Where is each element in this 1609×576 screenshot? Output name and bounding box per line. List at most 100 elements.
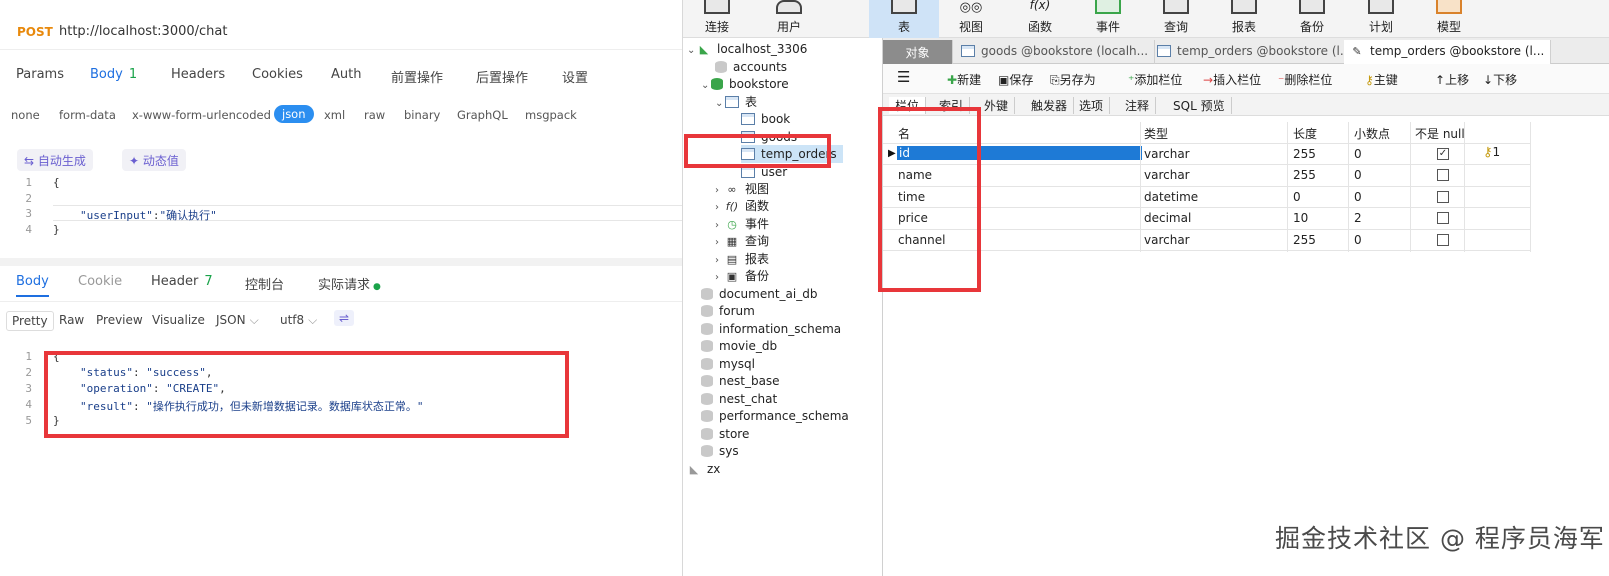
body-type-xml[interactable]: xml: [324, 108, 345, 122]
request-url-input[interactable]: http://localhost:3000/chat: [59, 24, 227, 39]
subtab-options[interactable]: 选项: [1073, 97, 1111, 114]
not-null-checkbox[interactable]: [1437, 233, 1449, 246]
encoding-select[interactable]: utf8 ⌵: [280, 313, 317, 328]
body-type-binary[interactable]: binary: [404, 108, 440, 122]
column-header-length[interactable]: 长度: [1293, 125, 1317, 142]
field-type-cell[interactable]: varchar: [1144, 233, 1190, 247]
toolbar-view-button[interactable]: ◎◎ 视图: [940, 0, 1002, 38]
tree-tables-group[interactable]: ⌄ 表: [715, 93, 757, 111]
body-type-urlencoded[interactable]: x-www-form-urlencoded: [132, 108, 271, 122]
toolbar-report-button[interactable]: 报表: [1213, 0, 1275, 38]
field-decimals-cell[interactable]: 2: [1354, 211, 1362, 225]
tree-connection[interactable]: ⌄ ◣ localhost_3306: [687, 40, 807, 58]
body-type-msgpack[interactable]: msgpack: [525, 108, 577, 122]
column-header-decimals[interactable]: 小数点: [1354, 125, 1390, 142]
move-down-button[interactable]: ↓下移: [1483, 71, 1517, 88]
tab-temp-orders-data[interactable]: temp_orders @bookstore (l...: [1151, 40, 1359, 64]
tree-table-book[interactable]: book: [741, 110, 790, 128]
save-as-button[interactable]: ⎘另存为: [1050, 71, 1096, 88]
field-decimals-cell[interactable]: 0: [1354, 233, 1362, 247]
wrap-lines-icon[interactable]: ⇌: [334, 310, 355, 326]
toolbar-model-button[interactable]: 模型: [1418, 0, 1480, 38]
panel-divider[interactable]: [0, 258, 682, 266]
toolbar-query-button[interactable]: 查询: [1145, 0, 1207, 38]
field-length-cell[interactable]: 10: [1293, 211, 1308, 225]
tab-auth[interactable]: Auth: [331, 67, 361, 82]
tree-backups-group[interactable]: › ▣ 备份: [715, 267, 769, 285]
subtab-foreign-keys[interactable]: 外键: [978, 97, 1016, 114]
tab-headers[interactable]: Headers: [171, 67, 225, 82]
view-raw[interactable]: Raw: [59, 313, 84, 327]
tree-db-nest-base[interactable]: nest_base: [701, 372, 780, 390]
tree-functions-group[interactable]: › f() 函数: [715, 197, 769, 215]
save-button[interactable]: ▣保存: [998, 71, 1033, 88]
format-select[interactable]: JSON ⌵: [216, 313, 259, 328]
tab-pre-actions[interactable]: 前置操作: [391, 67, 443, 86]
tab-goods-design[interactable]: goods @bookstore (localh...: [955, 40, 1156, 64]
tree-connection-zx[interactable]: ◣ zx: [687, 460, 721, 478]
tree-db-bookstore[interactable]: ⌄ bookstore: [701, 75, 789, 93]
column-header-not-null[interactable]: 不是 null: [1415, 125, 1465, 142]
tree-db-movie[interactable]: movie_db: [701, 337, 777, 355]
field-type-cell[interactable]: datetime: [1144, 190, 1198, 204]
tree-views-group[interactable]: › ∞ 视图: [715, 180, 769, 198]
not-null-checkbox[interactable]: [1437, 212, 1449, 224]
auto-generate-button[interactable]: ⇆ 自动生成: [17, 149, 93, 171]
view-pretty[interactable]: Pretty: [6, 311, 54, 331]
tree-queries-group[interactable]: › ▦ 查询: [715, 232, 769, 250]
move-up-button[interactable]: ↑上移: [1435, 71, 1469, 88]
tab-settings[interactable]: 设置: [562, 67, 588, 86]
tab-params[interactable]: Params: [16, 67, 64, 82]
toolbar-user-button[interactable]: 用户: [758, 0, 820, 38]
request-body-editor[interactable]: 1 { 2 3 "userInput":"确认执行" 4 }: [0, 176, 682, 244]
tab-response-cookie[interactable]: Cookie: [78, 274, 122, 289]
subtab-triggers[interactable]: 触发器: [1025, 97, 1075, 114]
field-type-cell[interactable]: decimal: [1144, 211, 1191, 225]
field-length-cell[interactable]: 255: [1293, 168, 1316, 182]
field-decimals-cell[interactable]: 0: [1354, 190, 1362, 204]
toolbar-connect-button[interactable]: 连接: [686, 0, 748, 38]
tree-db-document-ai[interactable]: document_ai_db: [701, 285, 817, 303]
tree-reports-group[interactable]: › ▤ 报表: [715, 250, 769, 268]
tab-response-body[interactable]: Body: [16, 274, 49, 297]
tab-post-actions[interactable]: 后置操作: [476, 67, 528, 86]
toolbar-table-button[interactable]: 表: [869, 0, 939, 38]
tab-objects[interactable]: 对象: [883, 40, 953, 64]
menu-icon[interactable]: ☰: [897, 68, 910, 86]
body-type-raw[interactable]: raw: [364, 108, 385, 122]
dynamic-value-button[interactable]: ✦ 动态值: [122, 149, 186, 171]
view-visualize[interactable]: Visualize: [152, 313, 205, 327]
tree-db-information-schema[interactable]: information_schema: [701, 320, 841, 338]
tab-temp-orders-design[interactable]: ✎ temp_orders @bookstore (l...: [1344, 40, 1552, 64]
not-null-checkbox[interactable]: [1437, 190, 1449, 203]
field-type-cell[interactable]: varchar: [1144, 147, 1190, 161]
tree-db-mysql[interactable]: mysql: [701, 355, 755, 373]
subtab-comments[interactable]: 注释: [1119, 97, 1157, 114]
field-length-cell[interactable]: 0: [1293, 190, 1301, 204]
primary-key-button[interactable]: ⚷主键: [1365, 71, 1398, 88]
tab-response-header[interactable]: Header 7: [151, 274, 213, 289]
toolbar-schedule-button[interactable]: 计划: [1350, 0, 1412, 38]
delete-field-button[interactable]: ⁻删除栏位: [1278, 71, 1332, 88]
column-header-type[interactable]: 类型: [1144, 125, 1168, 142]
tree-db-accounts[interactable]: accounts: [715, 58, 787, 76]
body-type-none[interactable]: none: [11, 108, 40, 122]
body-type-json[interactable]: json: [274, 105, 314, 123]
not-null-checkbox[interactable]: ✓: [1437, 147, 1449, 160]
subtab-sql-preview[interactable]: SQL 预览: [1167, 97, 1232, 114]
tree-db-performance-schema[interactable]: performance_schema: [701, 407, 849, 425]
field-length-cell[interactable]: 255: [1293, 147, 1316, 161]
tab-console[interactable]: 控制台: [245, 274, 284, 293]
http-method[interactable]: POST: [17, 25, 53, 39]
toolbar-backup-button[interactable]: 备份: [1281, 0, 1343, 38]
body-type-form-data[interactable]: form-data: [59, 108, 116, 122]
add-field-button[interactable]: ⁺添加栏位: [1128, 71, 1182, 88]
tree-events-group[interactable]: › ◷ 事件: [715, 215, 769, 233]
not-null-checkbox[interactable]: [1437, 169, 1449, 181]
field-decimals-cell[interactable]: 0: [1354, 147, 1362, 161]
field-decimals-cell[interactable]: 0: [1354, 168, 1362, 182]
tree-db-forum[interactable]: forum: [701, 302, 755, 320]
view-preview[interactable]: Preview: [96, 313, 143, 327]
tree-db-store[interactable]: store: [701, 425, 749, 443]
field-type-cell[interactable]: varchar: [1144, 168, 1190, 182]
